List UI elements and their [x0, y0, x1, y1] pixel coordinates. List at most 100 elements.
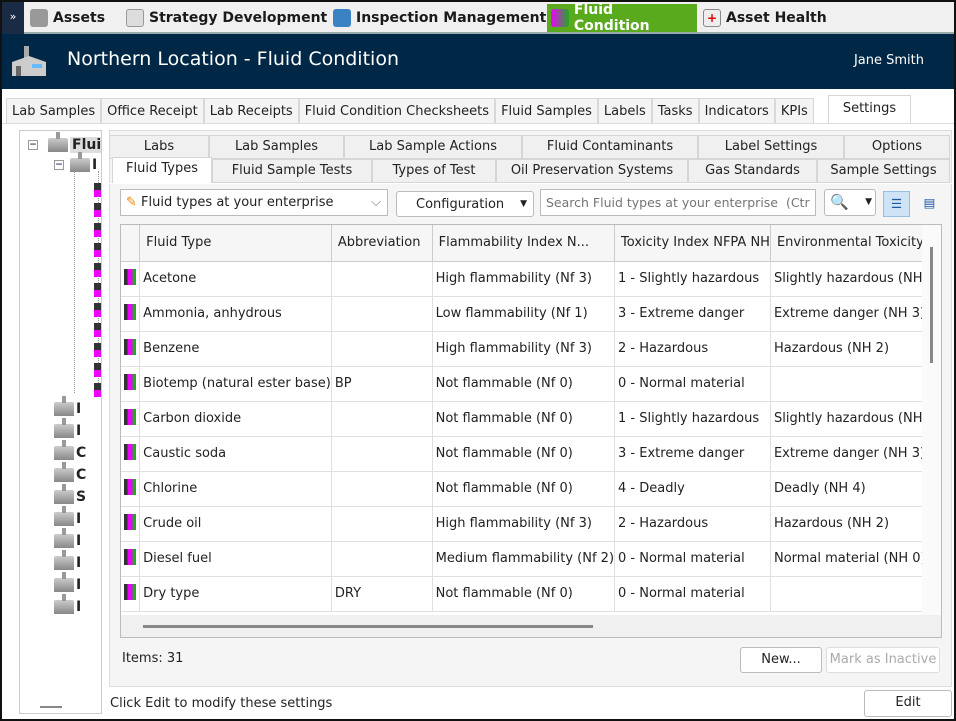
column-header-toxicity[interactable]: Toxicity Index NFPA NH — [614, 225, 771, 262]
subtab-gas-standards[interactable]: Gas Standards — [688, 159, 817, 183]
tab-fluid-samples[interactable]: Fluid Samples — [495, 98, 598, 124]
module-label: Strategy Development — [149, 10, 328, 26]
flask-icon[interactable] — [94, 263, 101, 277]
subtab-labs[interactable]: Labs — [109, 135, 209, 159]
flask-icon[interactable] — [94, 383, 101, 397]
subtab-oil-preservation[interactable]: Oil Preservation Systems — [496, 159, 688, 183]
location-tree[interactable]: − Flui − I I I C C S I I I I I — [19, 130, 102, 714]
subtab-fluid-types[interactable]: Fluid Types — [112, 157, 212, 184]
tree-node[interactable]: I — [54, 572, 86, 593]
tree-node[interactable]: I — [54, 528, 86, 549]
flask-icon[interactable] — [94, 363, 101, 377]
module-fluid-condition[interactable]: Fluid Condition — [547, 2, 697, 34]
edit-button[interactable]: Edit — [864, 690, 952, 717]
flask-icon[interactable] — [94, 343, 101, 357]
flask-icon[interactable] — [94, 223, 101, 237]
table-row[interactable]: Dry type DRY Not flammable (Nf 0) 0 - Norma… — [121, 576, 941, 612]
new-button[interactable]: New... — [740, 647, 822, 673]
flask-icon[interactable] — [94, 183, 101, 197]
user-name[interactable]: Jane Smith — [854, 53, 924, 68]
tab-labels[interactable]: Labels — [597, 98, 652, 124]
tab-lab-receipts[interactable]: Lab Receipts — [203, 98, 299, 124]
tab-join — [109, 183, 952, 184]
detail-view-icon[interactable]: ▤ — [916, 191, 943, 217]
table-row[interactable]: Benzene High flammability (Nf 3) 2 - Hazar… — [121, 331, 941, 367]
table-row[interactable]: Crude oil High flammability (Nf 3) 2 - Haz… — [121, 506, 941, 542]
tab-indicators[interactable]: Indicators — [698, 98, 775, 124]
scrollbar-thumb[interactable] — [930, 247, 933, 363]
module-inspection-management[interactable]: Inspection Management — [329, 4, 550, 32]
tab-checksheets[interactable]: Fluid Condition Checksheets — [298, 98, 496, 124]
tree-node[interactable]: I — [54, 396, 86, 417]
tree-node-root[interactable]: − Flui — [28, 132, 101, 153]
list-view-icon[interactable]: ☰ — [883, 191, 910, 217]
subtab-lab-samples[interactable]: Lab Samples — [209, 135, 344, 159]
tree-node[interactable]: I — [54, 506, 86, 527]
flask-icon[interactable] — [94, 303, 101, 317]
column-header-abbreviation[interactable]: Abbreviation — [331, 225, 433, 262]
subtab-label-settings[interactable]: Label Settings — [698, 135, 844, 159]
tree-node[interactable]: I — [54, 418, 86, 439]
tree-node[interactable]: S — [54, 484, 86, 505]
subtab-lab-sample-actions[interactable]: Lab Sample Actions — [344, 135, 522, 159]
column-header-fluid-type[interactable]: Fluid Type — [139, 225, 332, 262]
table-row[interactable]: Ammonia, anhydrous Low flammability (Nf 1… — [121, 296, 941, 332]
tree-node[interactable]: I — [54, 594, 86, 615]
flask-icon[interactable] — [94, 243, 101, 257]
column-header-flammability[interactable]: Flammability Index N... — [432, 225, 616, 262]
tab-office-receipt[interactable]: Office Receipt — [101, 98, 204, 124]
subtab-fluid-contaminants[interactable]: Fluid Contaminants — [522, 135, 698, 159]
vertical-scrollbar[interactable] — [922, 225, 941, 615]
row-selector-header — [121, 225, 141, 262]
flask-icon[interactable] — [94, 323, 101, 337]
view-dropdown[interactable]: ✎ Fluid types at your enterprise ⌵ — [120, 189, 388, 216]
subtab-fluid-sample-tests[interactable]: Fluid Sample Tests — [212, 159, 372, 183]
cell-fluid-type: Diesel fuel — [139, 541, 332, 577]
table-row[interactable]: Acetone High flammability (Nf 3) 1 - Sligh… — [121, 261, 941, 297]
tab-lab-samples[interactable]: Lab Samples — [6, 98, 102, 124]
tab-settings[interactable]: Settings — [827, 95, 912, 124]
table-row[interactable]: Diesel fuel Medium flammability (Nf 2) 0 -… — [121, 541, 941, 577]
tab-tasks[interactable]: Tasks — [651, 98, 699, 124]
expand-chevron-icon[interactable]: » — [2, 2, 24, 34]
row-icon-cell — [121, 541, 141, 577]
tab-kpis[interactable]: KPIs — [774, 98, 814, 124]
cell-fluid-type: Crude oil — [139, 506, 332, 542]
search-input[interactable] — [540, 189, 816, 216]
flask-icon[interactable] — [94, 283, 101, 297]
module-assets[interactable]: Assets — [26, 4, 109, 32]
mark-inactive-button[interactable]: Mark as Inactive — [826, 647, 940, 673]
caret-down-icon: ▼ — [865, 197, 872, 207]
module-asset-health[interactable]: + Asset Health — [699, 4, 831, 32]
table-row[interactable]: Caustic soda Not flammable (Nf 0) 3 - Extr… — [121, 436, 941, 472]
search-button[interactable]: 🔍 ▼ — [824, 189, 876, 216]
tree-node[interactable]: I — [54, 550, 86, 571]
subtab-options[interactable]: Options — [844, 135, 950, 159]
table-row[interactable]: Chlorine Not flammable (Nf 0) 4 - Deadly De… — [121, 471, 941, 507]
cell-fluid-type: Ammonia, anhydrous — [139, 296, 332, 332]
grid-table: Fluid Type Abbreviation Flammability Ind… — [121, 225, 941, 612]
row-icon-cell — [121, 576, 141, 612]
collapse-icon[interactable]: − — [54, 160, 64, 170]
subtab-sample-settings[interactable]: Sample Settings — [817, 159, 950, 183]
tree-node-child[interactable]: − I — [54, 152, 97, 173]
collapse-icon[interactable]: − — [28, 140, 38, 150]
scrollbar-thumb[interactable] — [143, 625, 593, 628]
configuration-button[interactable]: Configuration ▼ — [396, 191, 534, 217]
cell-fluid-type: Acetone — [139, 261, 332, 297]
column-header-environmental[interactable]: Environmental Toxicity — [770, 225, 941, 262]
subtab-types-of-test[interactable]: Types of Test — [372, 159, 496, 183]
table-row[interactable]: Biotemp (natural ester base) BP Not flamma… — [121, 366, 941, 402]
flask-icon — [124, 408, 136, 425]
cell-toxicity: 3 - Extreme danger — [614, 296, 771, 332]
tree-node[interactable]: C — [54, 440, 86, 461]
cell-fluid-type: Biotemp (natural ester base) — [139, 366, 332, 402]
cell-flammability: Not flammable (Nf 0) — [432, 471, 616, 507]
flask-icon — [124, 338, 136, 355]
horizontal-scrollbar[interactable] — [121, 615, 941, 637]
collapse-panel-handle[interactable] — [40, 706, 62, 708]
tree-node[interactable]: C — [54, 462, 86, 483]
table-row[interactable]: Carbon dioxide Not flammable (Nf 0) 1 - Sl… — [121, 401, 941, 437]
flask-icon[interactable] — [94, 203, 101, 217]
module-strategy-development[interactable]: Strategy Development — [122, 4, 331, 32]
